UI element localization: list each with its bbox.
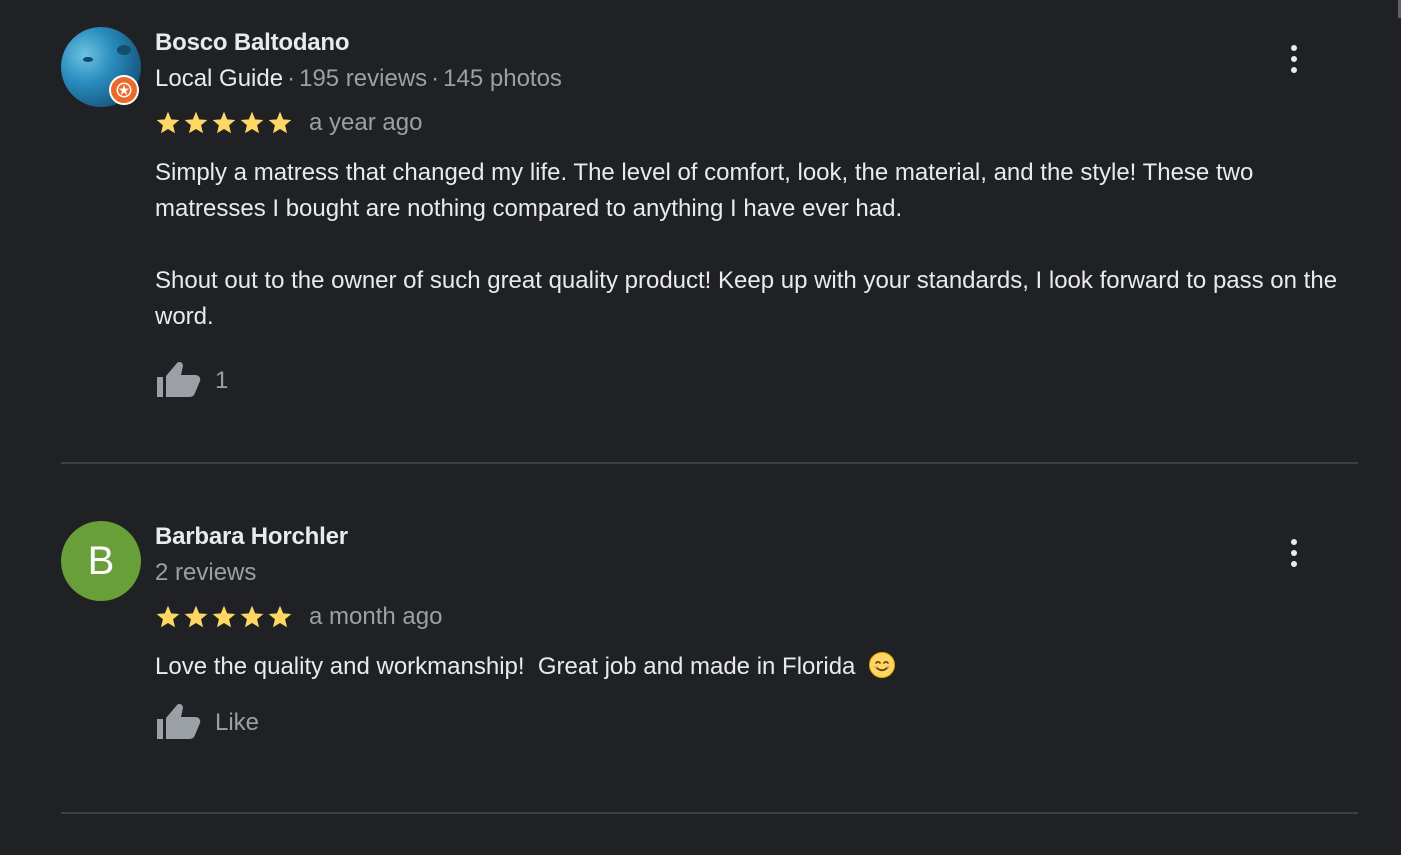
local-guide-label: Local Guide [155,65,284,92]
more-vert-icon[interactable] [1280,535,1308,571]
star-icon [184,111,208,134]
reviews-count: 195 reviews [299,65,428,92]
star-icon [268,111,292,134]
divider [61,462,1358,464]
star-icon [156,605,180,628]
star-icon [212,605,236,628]
like-count: 1 [215,367,229,394]
like-button[interactable]: 1 [155,357,228,405]
reviewer-name[interactable]: Barbara Horchler [155,521,1358,553]
review-actions: 1 [155,357,1358,405]
review-content: Bosco Baltodano Local Guide · 195 reviews ·… [155,27,1358,405]
more-vert-icon[interactable] [1280,41,1308,77]
star-icon [184,605,208,628]
star-icon [156,111,180,134]
review-time: a year ago [309,109,423,136]
thumbs-up-icon [157,704,201,739]
avatar[interactable]: B [61,521,141,601]
reviews-count: 2 reviews [155,559,257,586]
rating-row: a year ago [155,107,1358,139]
smiling-face-emoji-icon [869,652,896,678]
photos-count: 145 photos [443,65,562,92]
review-time: a month ago [309,603,443,630]
like-label: Like [215,709,260,736]
star-icon [268,605,292,628]
avatar[interactable] [61,27,141,107]
review-content: Barbara Horchler 2 reviews a month ago L… [155,521,1358,747]
local-guide-star-icon [109,75,139,105]
divider [61,812,1358,814]
star-icon [240,111,264,134]
avatar-photo-detail [117,45,131,55]
reviewer-meta: 2 reviews [155,557,1358,589]
review-text: Love the quality and workmanship! Great … [155,649,1365,685]
avatar-photo-detail [83,57,93,62]
rating-row: a month ago [155,601,1358,633]
like-button[interactable]: Like [155,699,259,747]
star-rating [155,110,293,136]
review-text-body: Love the quality and workmanship! Great … [155,653,856,680]
star-icon [212,111,236,134]
star-icon [240,605,264,628]
reviewer-meta: Local Guide · 195 reviews · 145 photos [155,63,1358,95]
thumbs-up-icon [157,362,201,397]
review-actions: Like [155,699,1358,747]
meta-separator: · [287,65,296,92]
star-rating [155,604,293,630]
review-text: Simply a matress that changed my life. T… [155,159,1338,330]
reviews-page: Bosco Baltodano Local Guide · 195 reviews ·… [0,0,1401,855]
meta-separator: · [431,65,440,92]
reviewer-name[interactable]: Bosco Baltodano [155,27,1358,59]
